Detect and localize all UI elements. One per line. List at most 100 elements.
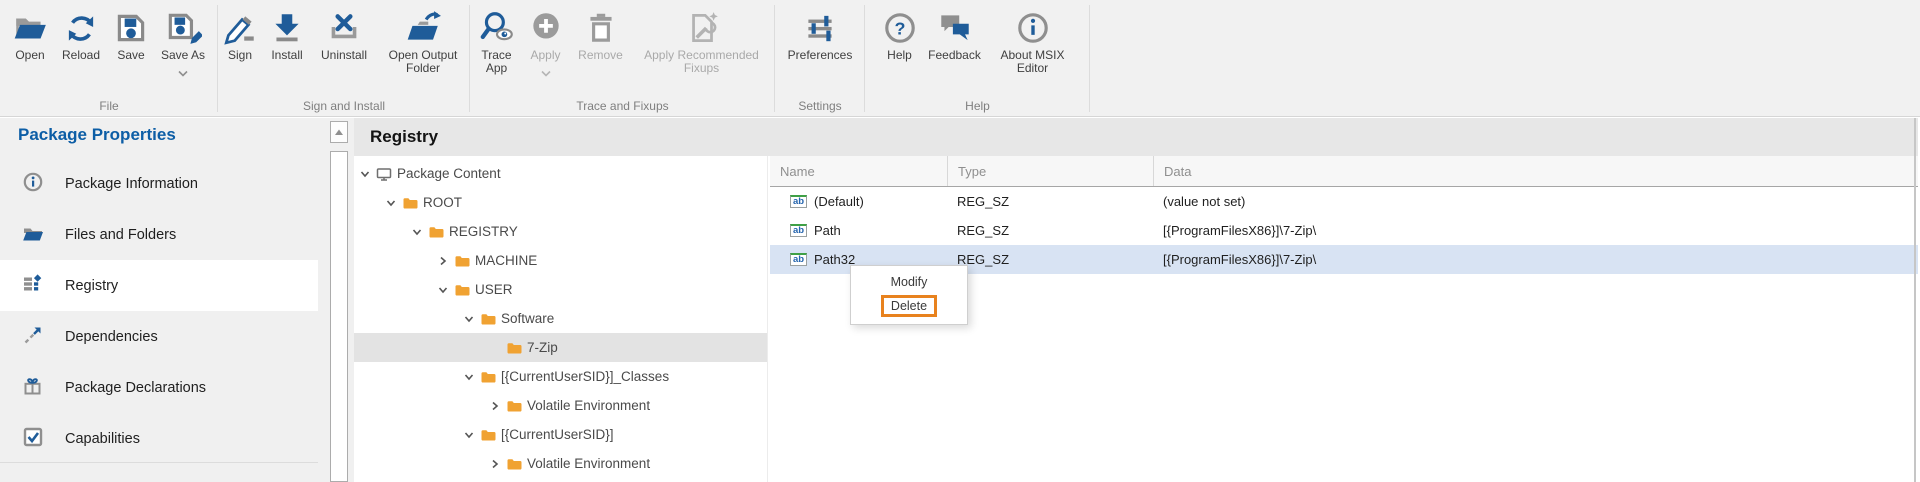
open-output-folder-button[interactable]: Open Output Folder [377,7,469,75]
group-label-help: Help [865,99,1090,113]
sidebar-divider [0,462,318,463]
preferences-button[interactable]: Preferences [778,7,862,62]
value-type: REG_SZ [947,252,1153,267]
tree-item-currentusersid[interactable]: [{CurrentUserSID}] [354,420,767,449]
info-icon [22,171,44,197]
help-button[interactable]: ? Help [879,7,921,62]
column-header-data[interactable]: Data [1153,156,1918,186]
value-data: [{ProgramFilesX86}]\7-Zip\ [1153,223,1918,238]
tree-item-software[interactable]: Software [354,304,767,333]
tree-item-7zip[interactable]: 7-Zip [354,333,767,362]
context-menu-item-modify[interactable]: Modify [883,272,936,292]
folder-icon [480,369,496,385]
group-label-sign-install: Sign and Install [218,99,470,113]
group-label-settings: Settings [775,99,865,113]
chevron-right-icon[interactable] [436,255,450,267]
value-name: (Default) [814,194,864,209]
sidebar-item-files-and-folders[interactable]: Files and Folders [0,209,318,260]
ribbon-group-sign-install: Sign Install Uninstall Open Output Folde… [218,0,470,116]
chevron-down-icon [177,64,189,82]
ribbon-toolbar: Open Reload Save Save As [0,0,1920,117]
tree-item-volatile-environment-1[interactable]: Volatile Environment [354,391,767,420]
folder-icon [506,340,522,356]
chevron-down-icon[interactable] [358,168,372,180]
triangle-up-icon [333,123,345,141]
group-label-file: File [0,99,218,113]
chevron-down-icon[interactable] [462,313,476,325]
value-data: (value not set) [1153,194,1918,209]
group-label-trace-fixups: Trace and Fixups [470,99,775,113]
tree-item-root[interactable]: ROOT [354,188,767,217]
context-menu-item-delete[interactable]: Delete [881,295,937,317]
open-button[interactable]: Open [7,7,53,62]
dependencies-arrow-icon [22,324,44,350]
window-right-edge [1914,118,1916,482]
chevron-down-icon[interactable] [462,371,476,383]
sidebar-item-label: Files and Folders [65,227,176,243]
sidebar-item-capabilities[interactable]: Capabilities [0,413,318,464]
gift-box-icon [22,375,44,401]
install-arrow-icon [268,7,306,49]
chevron-right-icon[interactable] [488,400,502,412]
folder-icon [428,224,444,240]
column-header-name[interactable]: Name [770,156,947,186]
checkbox-icon [22,426,44,452]
trace-app-button[interactable]: Trace App [474,7,520,75]
sidebar-item-registry[interactable]: Registry [0,260,318,311]
chevron-down-icon[interactable] [384,197,398,209]
uninstall-button[interactable]: Uninstall [313,7,375,62]
scrollbar-up-button[interactable] [330,121,348,143]
sidebar-item-dependencies[interactable]: Dependencies [0,311,318,362]
save-as-icon [164,7,202,49]
about-msix-editor-button[interactable]: About MSIX Editor [989,7,1077,75]
save-as-button[interactable]: Save As [155,7,211,82]
svg-text:?: ? [894,18,905,38]
sidebar-item-label: Package Declarations [65,380,206,396]
string-value-icon: ab [790,224,807,237]
reload-icon [62,7,100,49]
chevron-down-icon[interactable] [410,226,424,238]
sidebar-title: Package Properties [0,118,318,145]
value-type: REG_SZ [947,194,1153,209]
ribbon-spacer [1090,0,1920,116]
tree-item-user[interactable]: USER [354,275,767,304]
scrollbar-thumb[interactable] [330,151,348,482]
registry-content: Package Content ROOT REGISTRY MACHINE [354,156,1918,482]
open-folder-icon [11,7,49,49]
feedback-button[interactable]: Feedback [923,7,987,62]
table-row-default[interactable]: ab (Default) REG_SZ (value not set) [770,187,1918,216]
remove-trash-icon [582,7,620,49]
folder-icon [402,195,418,211]
ribbon-group-file: Open Reload Save Save As [0,0,218,116]
table-row-path[interactable]: ab Path REG_SZ [{ProgramFilesX86}]\7-Zip… [770,216,1918,245]
ribbon-group-settings: Preferences Settings [775,0,865,116]
sidebar-item-label: Package Information [65,176,198,192]
tree-item-volatile-environment-2[interactable]: Volatile Environment [354,449,767,478]
msix-editor-window: Open Reload Save Save As [0,0,1920,482]
tree-item-machine[interactable]: MACHINE [354,246,767,275]
sidebar-item-package-information[interactable]: Package Information [0,158,318,209]
apply-plus-icon [527,7,565,49]
tree-item-package-content[interactable]: Package Content [354,159,767,188]
save-icon [112,7,150,49]
remove-button[interactable]: Remove [572,7,630,62]
chevron-down-icon[interactable] [462,429,476,441]
sidebar-scrollbar [318,118,354,482]
sign-button[interactable]: Sign [219,7,261,62]
apply-button[interactable]: Apply [522,7,570,82]
value-data: [{ProgramFilesX86}]\7-Zip\ [1153,252,1918,267]
tree-item-registry[interactable]: REGISTRY [354,217,767,246]
ribbon-group-help: ? Help Feedback About MSIX Editor Help [865,0,1090,116]
chevron-down-icon[interactable] [436,284,450,296]
sidebar-item-label: Registry [65,278,118,294]
column-header-type[interactable]: Type [947,156,1153,186]
sidebar-item-package-declarations[interactable]: Package Declarations [0,362,318,413]
apply-recommended-fixups-button[interactable]: Apply Recommended Fixups [632,7,772,75]
table-header: Name Type Data [770,156,1918,187]
sidebar-items: Package Information Files and Folders Re… [0,158,318,464]
chevron-right-icon[interactable] [488,458,502,470]
tree-item-currentusersid-classes[interactable]: [{CurrentUserSID}]_Classes [354,362,767,391]
reload-button[interactable]: Reload [55,7,107,62]
save-button[interactable]: Save [109,7,153,62]
install-button[interactable]: Install [263,7,311,62]
